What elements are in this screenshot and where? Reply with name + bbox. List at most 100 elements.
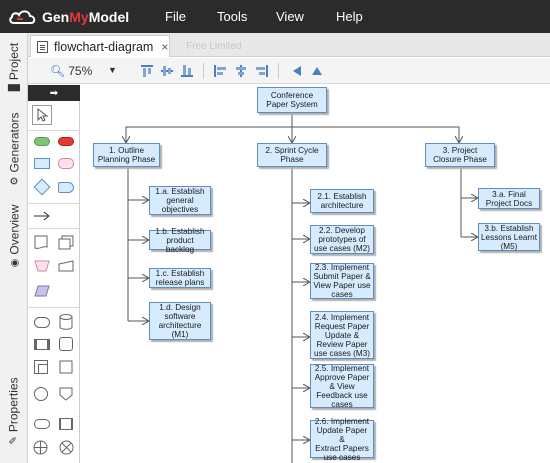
cursor-pointer-icon — [37, 107, 49, 122]
direct-storage-shape[interactable] — [59, 337, 73, 351]
node-label: 1. Outline Planning Phase — [97, 146, 156, 164]
node-phase-1[interactable]: 1. Outline Planning Phase — [93, 143, 160, 167]
process-shape[interactable] — [34, 158, 50, 169]
align-bottom-button[interactable] — [179, 63, 195, 78]
node-label: 2.4. Implement Request Paper Update & Re… — [314, 312, 370, 358]
side-tab-overview-label: Overview — [7, 204, 21, 255]
align-center-icon — [236, 64, 246, 77]
node-label: 2.6. Implement Update Paper & Extract Pa… — [314, 416, 370, 462]
align-top-button[interactable] — [139, 63, 155, 78]
node-task-2-3[interactable]: 2.3. Implement Submit Paper & View Paper… — [310, 263, 374, 299]
free-limited-label: Free Limited — [186, 41, 242, 52]
node-task-2-6[interactable]: 2.6. Implement Update Paper & Extract Pa… — [310, 417, 374, 462]
or-junction-shape[interactable] — [59, 440, 74, 455]
manual-input-icon — [58, 260, 74, 272]
node-phase-2[interactable]: 2. Sprint Cycle Phase — [257, 143, 327, 167]
node-label: 1.a. Establish general objectives — [155, 187, 205, 214]
node-task-3b[interactable]: 3.b. Establish Lessons Learnt (M5) — [478, 223, 540, 251]
end-terminator-shape[interactable] — [58, 137, 74, 146]
alternate-process-shape[interactable] — [58, 158, 74, 169]
zoom-dropdown-chevron-icon[interactable]: ▼ — [108, 65, 117, 75]
pencil-icon: ✎ — [8, 435, 20, 445]
diagram-canvas[interactable]: Conference Paper System 1. Outline Plann… — [81, 85, 550, 463]
multi-document-shape[interactable] — [58, 235, 74, 250]
card-icon — [59, 360, 73, 374]
trapezoid-icon — [34, 260, 50, 272]
node-task-3a[interactable]: 3.a. Final Project Docs — [478, 188, 540, 209]
predefined-process-shape[interactable] — [34, 339, 50, 350]
database-shape[interactable] — [59, 314, 73, 330]
node-phase-3[interactable]: 3. Project Closure Phase — [425, 143, 495, 167]
start-terminator-shape[interactable] — [34, 137, 50, 146]
tab-flowchart-diagram[interactable]: flowchart-diagram × — [30, 35, 170, 57]
align-left-button[interactable] — [212, 63, 228, 78]
side-tab-generators[interactable]: ⚙ Generators — [0, 109, 28, 189]
distribute-horizontal-button[interactable] — [289, 63, 305, 78]
node-task-1c[interactable]: 1.c. Establish release plans — [149, 268, 211, 288]
manual-operation-shape[interactable] — [34, 259, 50, 272]
zoom-magnifier-icon: 🔍︎ — [50, 64, 66, 78]
pointer-tool[interactable] — [32, 105, 52, 125]
side-tab-properties-label: Properties — [7, 376, 21, 432]
delay-shape[interactable] — [58, 182, 74, 193]
gear-icon: ⚙ — [8, 176, 20, 186]
node-task-2-4[interactable]: 2.4. Implement Request Paper Update & Re… — [310, 311, 374, 359]
tab-label: flowchart-diagram — [54, 39, 154, 54]
menu-help[interactable]: Help — [336, 9, 363, 24]
toolbar-divider — [278, 63, 279, 79]
node-label: 2.2. Develop prototypes of use cases (M2… — [314, 226, 370, 253]
summing-junction-shape[interactable] — [33, 440, 48, 455]
display-shape[interactable] — [34, 419, 50, 429]
node-root-label: Conference Paper System — [266, 91, 318, 109]
diagram-toolbar: 🔍︎ 75% ▼ — [28, 58, 550, 84]
terminator-outline-shape[interactable] — [34, 317, 50, 328]
edge-root-phase3 — [292, 126, 459, 143]
editor-tab-bar: flowchart-diagram × Free Limited — [28, 33, 550, 57]
side-tab-properties[interactable]: ✎ Properties — [0, 373, 28, 448]
side-tab-generators-label: Generators — [7, 112, 21, 173]
node-label: 2.5. Implement Approve Paper & View Feed… — [314, 363, 370, 409]
align-middle-icon — [161, 65, 173, 76]
menu-tools[interactable]: Tools — [217, 9, 247, 24]
internal-storage-shape[interactable] — [34, 360, 48, 374]
node-label: 2.3. Implement Submit Paper & View Paper… — [313, 263, 371, 299]
node-task-1b[interactable]: 1.b. Establish product backlog — [149, 227, 211, 254]
align-bottom-icon — [181, 64, 193, 77]
document-shape[interactable] — [34, 235, 48, 250]
x-circle-icon — [59, 440, 74, 455]
align-right-button[interactable] — [254, 63, 270, 78]
manual-input-shape[interactable] — [58, 259, 74, 272]
side-tab-project[interactable]: █ Project — [0, 39, 28, 94]
arrow-right-icon: ➡ — [49, 87, 59, 99]
multi-document-icon — [58, 235, 74, 250]
project-book-icon: █ — [8, 83, 20, 91]
logo-text: GenMyModel — [42, 9, 130, 25]
node-task-2-1[interactable]: 2.1. Establish architecture — [310, 189, 374, 213]
node-label: 1.c. Establish release plans — [155, 269, 205, 287]
subroutine-shape[interactable] — [59, 418, 73, 430]
off-page-connector-shape[interactable] — [59, 387, 73, 401]
node-root[interactable]: Conference Paper System — [257, 87, 327, 113]
card-shape[interactable] — [59, 360, 73, 374]
node-task-1d[interactable]: 1.d. Design software architecture (M1) — [149, 302, 211, 340]
distribute-vertical-button[interactable] — [309, 63, 325, 78]
palette-header[interactable]: ➡ — [28, 85, 80, 101]
node-task-1a[interactable]: 1.a. Establish general objectives — [149, 186, 211, 215]
menu-view[interactable]: View — [276, 9, 304, 24]
connector-tool[interactable] — [33, 209, 51, 221]
zoom-control[interactable]: 🔍︎ 75% — [50, 64, 92, 78]
data-io-shape[interactable] — [34, 284, 50, 297]
node-task-2-2[interactable]: 2.2. Develop prototypes of use cases (M2… — [310, 225, 374, 254]
node-label: 3.a. Final Project Docs — [485, 189, 533, 208]
node-task-2-5[interactable]: 2.5. Implement Approve Paper & View Feed… — [310, 363, 374, 409]
side-tab-overview[interactable]: ◉ Overview — [0, 201, 28, 271]
align-middle-button[interactable] — [159, 63, 175, 78]
genmymodel-logo[interactable]: GenMyModel — [8, 6, 129, 28]
menu-file[interactable]: File — [165, 9, 186, 24]
cloud-logo-icon — [9, 10, 36, 24]
off-page-icon — [59, 387, 73, 401]
align-top-icon — [141, 64, 153, 77]
close-icon[interactable]: × — [161, 40, 168, 54]
align-center-button[interactable] — [233, 63, 249, 78]
connector-circle-shape[interactable] — [34, 387, 48, 401]
